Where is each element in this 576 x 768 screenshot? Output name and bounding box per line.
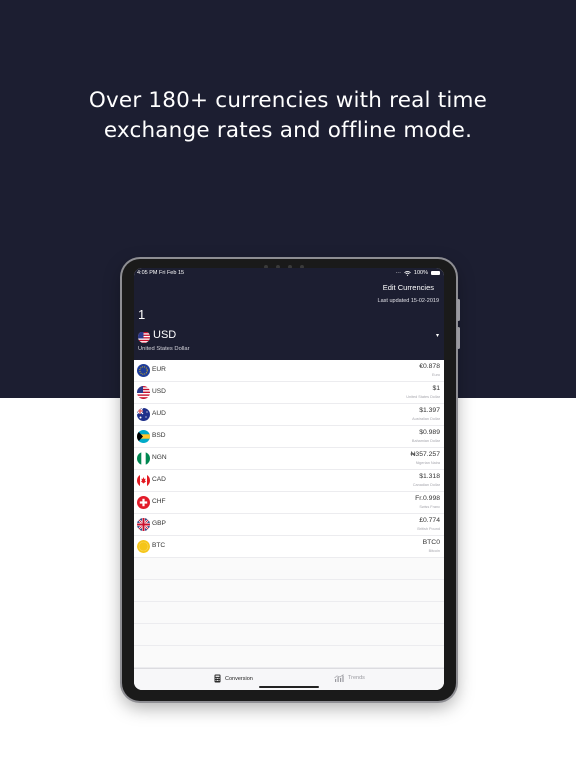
currency-value: $1.318 bbox=[419, 473, 440, 480]
currency-code: NGN bbox=[152, 454, 167, 461]
gb-flag-icon bbox=[137, 518, 150, 531]
tab-trends[interactable]: Trends bbox=[334, 674, 365, 682]
currency-row-cad[interactable]: CAD $1.318 Canadian Dollar bbox=[134, 470, 444, 492]
currency-row-chf[interactable]: CHF Fr.0.998 Swiss Franc bbox=[134, 492, 444, 514]
ng-flag-icon bbox=[137, 452, 150, 465]
base-currency-dropdown[interactable]: ▾ bbox=[436, 332, 439, 339]
empty-list-row bbox=[134, 558, 444, 580]
currency-row-eur[interactable]: EUR €0.878 Euro bbox=[134, 360, 444, 382]
currency-name: Australian Dollar bbox=[412, 417, 440, 421]
currency-value: €0.878 bbox=[419, 363, 440, 370]
currency-value: ₦357.257 bbox=[410, 451, 440, 458]
eu-flag-icon bbox=[137, 364, 150, 377]
bs-flag-icon bbox=[137, 430, 150, 443]
currency-name: Bahamian Dollar bbox=[411, 439, 440, 443]
currency-name: Bitcoin bbox=[428, 549, 440, 553]
volume-up-button bbox=[457, 299, 460, 321]
headline-line-2: exchange rates and offline mode. bbox=[103, 118, 473, 143]
ch-flag-icon bbox=[137, 496, 150, 509]
empty-list-row bbox=[134, 646, 444, 668]
tab-bar: Conversion Trends bbox=[134, 668, 444, 690]
battery-icon bbox=[431, 271, 440, 275]
us-flag-icon bbox=[138, 331, 150, 343]
currency-list: EUR €0.878 Euro USD $1 United States Dol… bbox=[134, 360, 444, 668]
tab-conversion[interactable]: Conversion bbox=[214, 674, 253, 683]
last-updated-label: Last updated 15-02-2019 bbox=[377, 298, 439, 304]
currency-row-usd[interactable]: USD $1 United States Dollar bbox=[134, 382, 444, 404]
au-flag-icon bbox=[137, 408, 150, 421]
currency-code: EUR bbox=[152, 366, 166, 373]
currency-row-btc[interactable]: BTC BTC0 Bitcoin bbox=[134, 536, 444, 558]
currency-row-gbp[interactable]: GBP £0.774 British Pound bbox=[134, 514, 444, 536]
currency-name: United States Dollar bbox=[406, 395, 440, 399]
currency-row-ngn[interactable]: NGN ₦357.257 Nigerian Naira bbox=[134, 448, 444, 470]
empty-list-row bbox=[134, 602, 444, 624]
us-flag-icon bbox=[137, 386, 150, 399]
base-currency-code[interactable]: USD bbox=[153, 329, 176, 341]
wifi-icon bbox=[404, 270, 411, 276]
signal-icon: ··· bbox=[395, 270, 401, 276]
volume-down-button bbox=[457, 327, 460, 349]
currency-value: Fr.0.998 bbox=[415, 495, 440, 502]
tablet-device: 4:05 PM Fri Feb 15 ··· 100% Edit Currenc… bbox=[122, 259, 460, 701]
currency-code: CHF bbox=[152, 498, 166, 505]
tab-conversion-label: Conversion bbox=[225, 675, 253, 682]
currency-value: £0.774 bbox=[419, 517, 440, 524]
currency-code: BSD bbox=[152, 432, 166, 439]
base-currency-name: United States Dollar bbox=[138, 346, 190, 352]
converter-header: 4:05 PM Fri Feb 15 ··· 100% Edit Currenc… bbox=[134, 268, 444, 360]
app-screen: 4:05 PM Fri Feb 15 ··· 100% Edit Currenc… bbox=[134, 268, 444, 690]
currency-code: CAD bbox=[152, 476, 166, 483]
status-time: 4:05 PM Fri Feb 15 bbox=[137, 270, 185, 276]
currency-name: British Pound bbox=[417, 527, 440, 531]
currency-value: $1 bbox=[432, 385, 440, 392]
currency-value: $1.397 bbox=[419, 407, 440, 414]
currency-code: AUD bbox=[152, 410, 166, 417]
currency-code: BTC bbox=[152, 542, 166, 549]
currency-value: $0.989 bbox=[419, 429, 440, 436]
currency-name: Euro bbox=[431, 373, 440, 377]
headline-line-1: Over 180+ currencies with real time bbox=[88, 88, 488, 113]
edit-currencies-button[interactable]: Edit Currencies bbox=[383, 283, 434, 292]
home-indicator bbox=[259, 686, 319, 688]
currency-name: Swiss Franc bbox=[419, 505, 440, 509]
currency-row-bsd[interactable]: BSD $0.989 Bahamian Dollar bbox=[134, 426, 444, 448]
status-indicators: ··· 100% bbox=[395, 270, 440, 276]
calculator-icon bbox=[214, 674, 221, 683]
hero-headline: Over 180+ currencies with real time exch… bbox=[0, 86, 576, 146]
currency-code: GBP bbox=[152, 520, 166, 527]
currency-code: USD bbox=[152, 388, 166, 395]
currency-row-aud[interactable]: AUD $1.397 Australian Dollar bbox=[134, 404, 444, 426]
trends-chart-icon bbox=[334, 674, 344, 682]
currency-value: BTC0 bbox=[422, 539, 440, 546]
btc-coin-icon bbox=[137, 540, 150, 553]
battery-percent: 100% bbox=[413, 270, 428, 276]
currency-name: Canadian Dollar bbox=[412, 483, 440, 487]
amount-input[interactable]: 1 bbox=[138, 307, 145, 322]
empty-list-row bbox=[134, 624, 444, 646]
currency-name: Nigerian Naira bbox=[415, 461, 440, 465]
tab-trends-label: Trends bbox=[348, 675, 365, 681]
ca-flag-icon bbox=[137, 474, 150, 487]
empty-list-row bbox=[134, 580, 444, 602]
